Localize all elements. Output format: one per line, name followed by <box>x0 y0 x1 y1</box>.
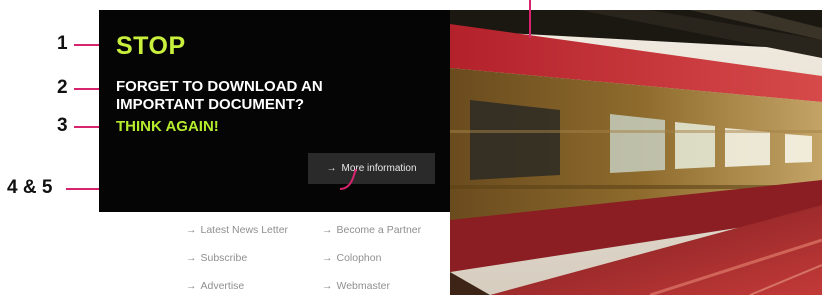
link-advertise[interactable]: → Advertise <box>186 280 244 292</box>
train-photo <box>450 10 822 295</box>
train-photo-image <box>450 10 822 295</box>
link-webmaster[interactable]: → Webmaster <box>322 280 390 292</box>
callout-4-5: 4 & 5 <box>7 177 53 198</box>
link-label: Webmaster <box>336 280 391 292</box>
hero-question-line-2: IMPORTANT DOCUMENT? <box>116 96 305 113</box>
link-label: Become a Partner <box>336 224 422 236</box>
footer-links: → Latest News Letter → Become a Partner → S… <box>186 218 448 295</box>
link-label: Latest News Letter <box>200 224 289 236</box>
more-information-button[interactable]: → More information <box>308 153 435 184</box>
arrow-right-icon: → <box>326 163 337 174</box>
arrow-right-icon: → <box>186 252 197 264</box>
callout-2: 2 <box>57 77 68 98</box>
callout-3: 3 <box>57 115 68 136</box>
link-label: Advertise <box>200 280 245 292</box>
link-become-a-partner[interactable]: → Become a Partner <box>322 224 421 236</box>
hero-panel: STOP FORGET TO DOWNLOAD AN IMPORTANT DOC… <box>99 10 450 212</box>
callout-curve-4-5 <box>340 168 357 190</box>
hero-title: STOP <box>116 32 186 60</box>
arrow-right-icon: → <box>322 252 333 264</box>
link-label: Colophon <box>336 252 382 264</box>
hero-think-again: THINK AGAIN! <box>116 118 219 135</box>
link-colophon[interactable]: → Colophon <box>322 252 381 264</box>
callout-1: 1 <box>57 33 68 54</box>
hero-question-line-1: FORGET TO DOWNLOAD AN <box>116 78 323 95</box>
arrow-right-icon: → <box>322 224 333 236</box>
hero-question: FORGET TO DOWNLOAD AN IMPORTANT DOCUMENT… <box>116 78 416 114</box>
arrow-right-icon: → <box>186 224 197 236</box>
link-label: Subscribe <box>200 252 248 264</box>
link-subscribe[interactable]: → Subscribe <box>186 252 247 264</box>
callout-line-top <box>529 0 531 38</box>
arrow-right-icon: → <box>322 280 333 292</box>
link-latest-news-letter[interactable]: → Latest News Letter <box>186 224 288 236</box>
arrow-right-icon: → <box>186 280 197 292</box>
